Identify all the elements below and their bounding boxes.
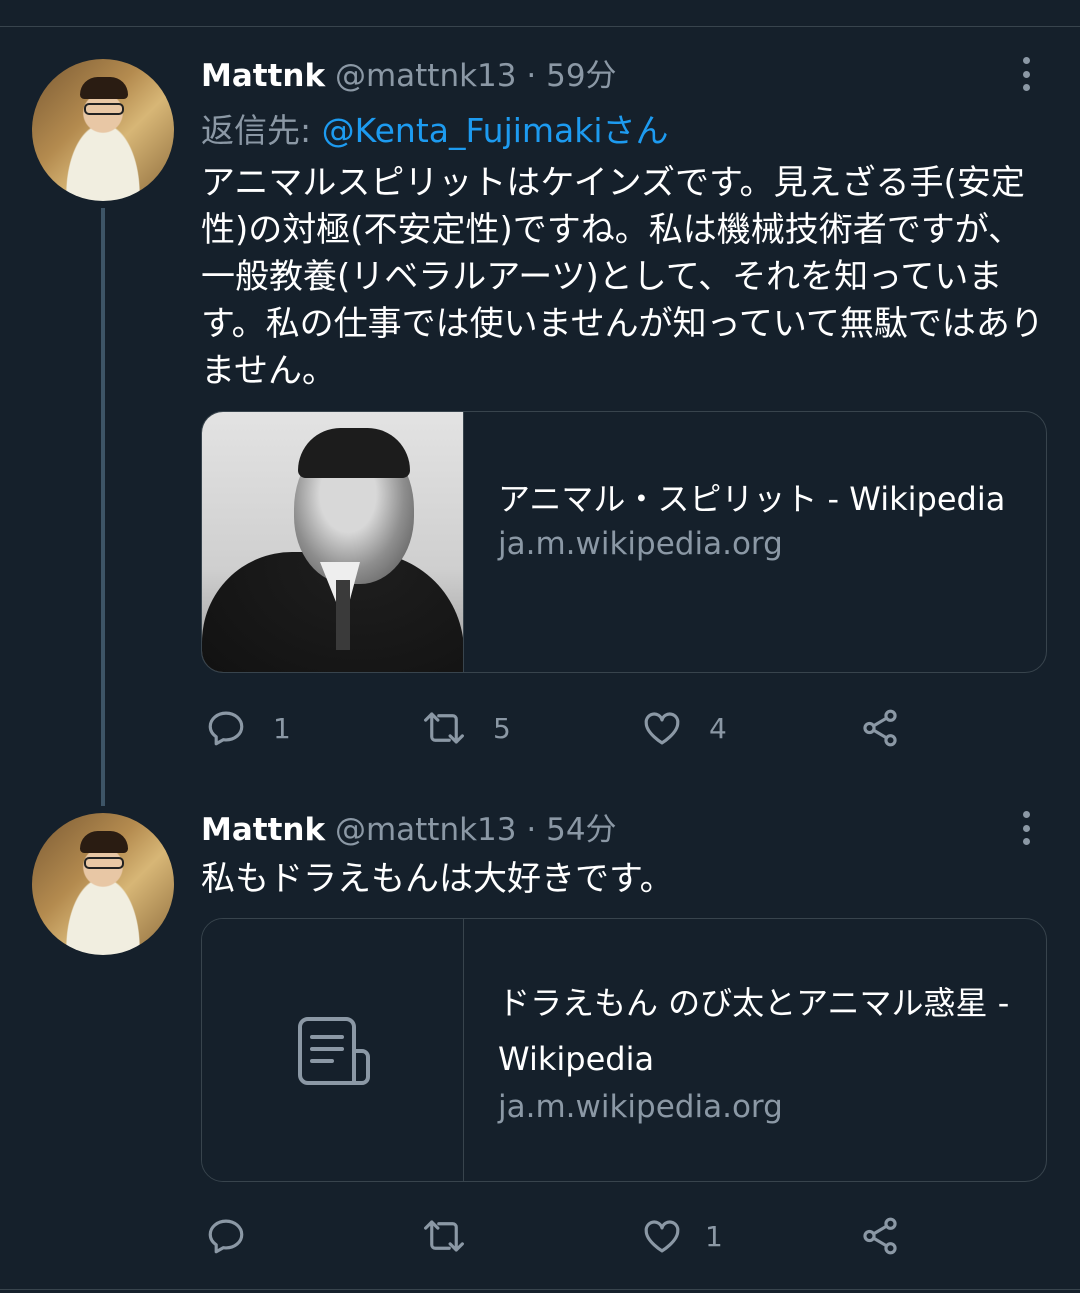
retweet-icon	[424, 1220, 464, 1252]
card-domain: ja.m.wikipedia.org	[498, 1089, 783, 1125]
link-card[interactable]: ドラえもん のび太とアニマル惑星 - Wikipedia ja.m.wikipe…	[201, 918, 1047, 1182]
tweet-2[interactable]: Mattnk @mattnk13 · 54分 私もドラえもんは大好きです。 ドラ…	[0, 0, 1080, 1289]
display-name[interactable]: Mattnk	[201, 812, 325, 848]
card-image	[202, 919, 464, 1181]
tweet-header: Mattnk @mattnk13 · 54分	[201, 810, 617, 850]
handle[interactable]: @mattnk13	[335, 812, 517, 848]
avatar[interactable]	[32, 813, 174, 955]
tweet-text: 私もドラえもんは大好きです。	[201, 859, 674, 899]
document-icon	[298, 1017, 370, 1085]
card-text: ドラえもん のび太とアニマル惑星 - Wikipedia ja.m.wikipe…	[498, 975, 1018, 1127]
like-icon	[644, 1220, 680, 1253]
like-count: 1	[705, 1219, 723, 1253]
timestamp[interactable]: 54分	[546, 812, 616, 848]
action-bar: 1	[201, 1213, 921, 1259]
share-button[interactable]	[859, 1213, 901, 1259]
reply-icon	[208, 1219, 244, 1254]
separator: ·	[526, 812, 547, 848]
card-title: ドラえもん のび太とアニマル惑星 - Wikipedia	[498, 984, 1010, 1078]
like-button[interactable]: 1	[641, 1213, 723, 1259]
bottom-divider	[0, 1289, 1080, 1290]
retweet-button[interactable]	[421, 1213, 493, 1259]
share-icon	[863, 1217, 897, 1255]
more-icon[interactable]	[1018, 811, 1034, 845]
reply-button[interactable]	[205, 1213, 273, 1259]
